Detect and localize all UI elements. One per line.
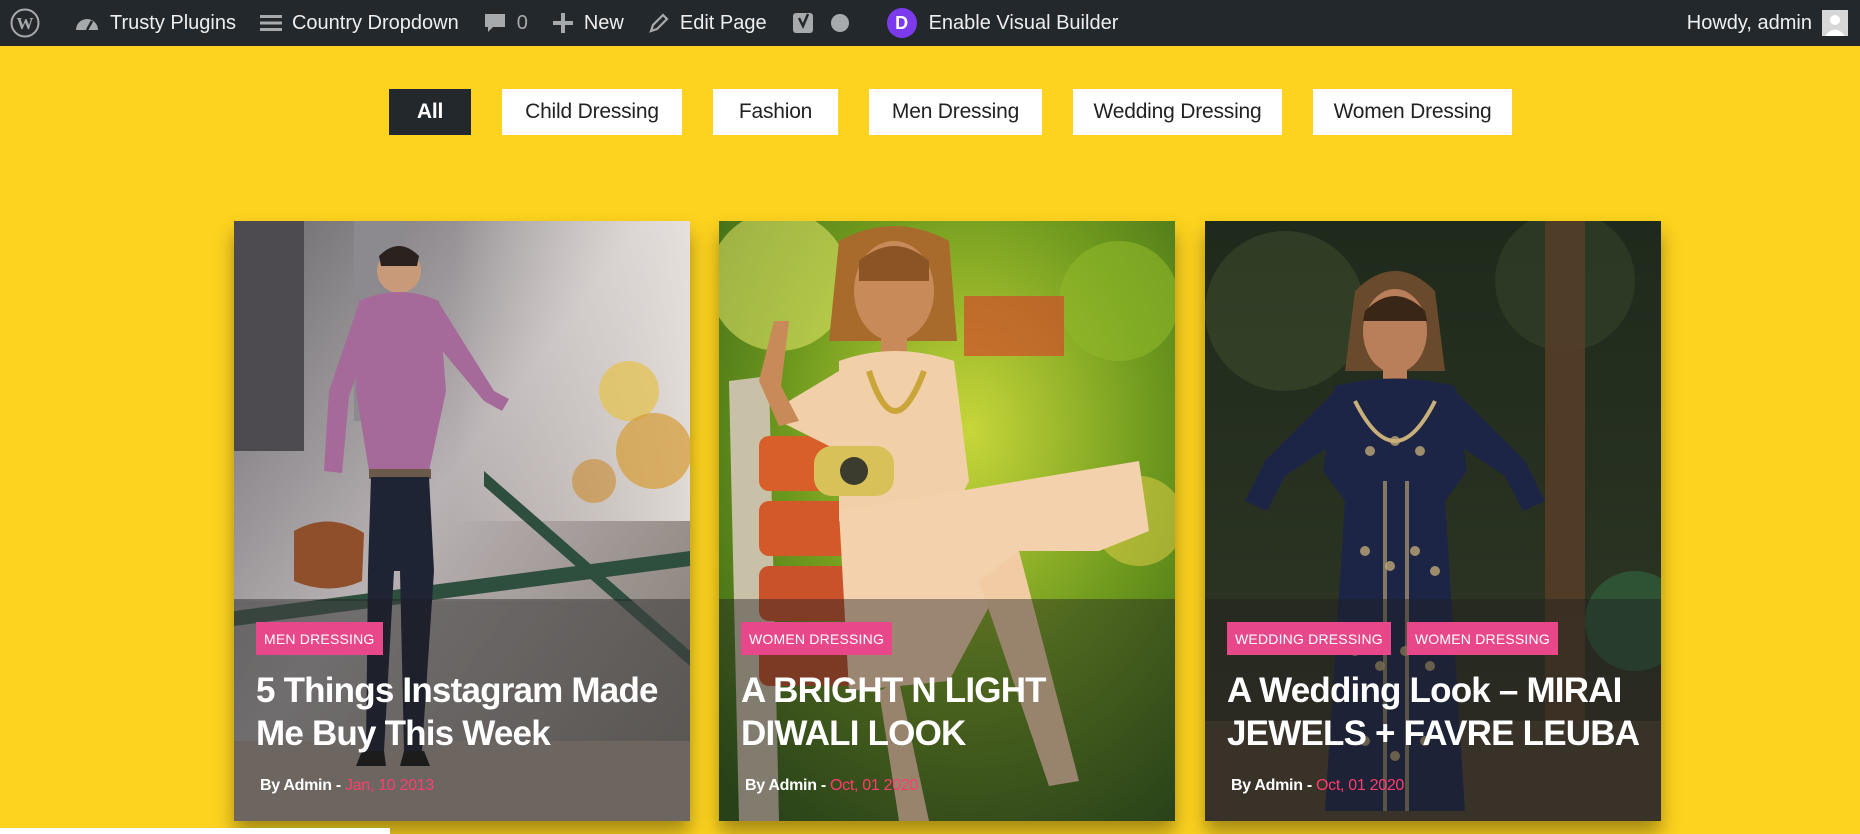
post-tags: MEN DRESSING	[256, 622, 383, 655]
category-filter-bar: All Child Dressing Fashion Men Dressing …	[389, 89, 1543, 135]
plus-icon	[552, 12, 574, 34]
post-author[interactable]: By Admin -	[1231, 777, 1316, 794]
menu-lines-icon	[259, 13, 282, 33]
post-card[interactable]: WEDDING DRESSING WOMEN DRESSING A Weddin…	[1205, 221, 1661, 821]
site-name-menu[interactable]: Trusty Plugins	[62, 0, 248, 46]
category-tag[interactable]: WOMEN DRESSING	[741, 622, 893, 655]
post-author[interactable]: By Admin -	[745, 777, 830, 794]
category-tag[interactable]: MEN DRESSING	[256, 622, 383, 655]
post-tags: WEDDING DRESSING WOMEN DRESSING	[1227, 622, 1558, 655]
yoast-icon	[791, 10, 817, 36]
post-date: Oct, 01 2020	[1316, 777, 1405, 794]
filter-men-dressing[interactable]: Men Dressing	[869, 89, 1042, 135]
post-card[interactable]: WOMEN DRESSING A BRIGHT N LIGHT DIWALI L…	[719, 221, 1175, 821]
post-meta: By Admin - Jan, 10 2013	[260, 777, 434, 795]
site-name-label: Trusty Plugins	[110, 11, 236, 34]
post-tags: WOMEN DRESSING	[741, 622, 893, 655]
wordpress-icon: W	[10, 8, 40, 38]
new-label: New	[583, 11, 624, 34]
edit-page-label: Edit Page	[679, 11, 767, 34]
comments-button[interactable]: 0	[471, 0, 540, 46]
post-title[interactable]: 5 Things Instagram Made Me Buy This Week	[256, 669, 670, 755]
enable-visual-builder-button[interactable]: D Enable Visual Builder	[875, 0, 1131, 46]
comments-count: 0	[516, 11, 528, 34]
my-account-menu[interactable]: Howdy, admin	[1687, 0, 1848, 46]
divi-logo-icon: D	[886, 8, 917, 38]
howdy-label: Howdy, admin	[1686, 11, 1812, 34]
post-author[interactable]: By Admin -	[260, 777, 345, 794]
post-date: Jan, 10 2013	[345, 777, 434, 794]
yoast-seo-button[interactable]	[779, 0, 861, 46]
seo-score-dot-icon	[830, 14, 849, 32]
avatar	[1822, 10, 1848, 36]
filter-women-dressing[interactable]: Women Dressing	[1313, 89, 1512, 135]
page-name-label: Country Dropdown	[291, 11, 459, 34]
pencil-icon	[648, 12, 670, 34]
filter-wedding-dressing[interactable]: Wedding Dressing	[1073, 89, 1282, 135]
post-title[interactable]: A BRIGHT N LIGHT DIWALI LOOK	[741, 669, 1155, 755]
filter-child-dressing[interactable]: Child Dressing	[502, 89, 682, 135]
post-date: Oct, 01 2020	[830, 777, 919, 794]
category-tag[interactable]: WEDDING DRESSING	[1227, 622, 1391, 655]
filter-fashion[interactable]: Fashion	[713, 89, 838, 135]
comment-bubble-icon	[483, 11, 507, 35]
visual-builder-label: Enable Visual Builder	[928, 11, 1119, 34]
admin-bar: W Trusty Plugins Country Dropdown 0 New …	[0, 0, 1860, 46]
dashboard-gauge-icon	[74, 12, 100, 34]
post-title[interactable]: A Wedding Look – MIRAI JEWELS + FAVRE LE…	[1227, 669, 1641, 755]
svg-text:W: W	[17, 14, 34, 33]
edit-page-button[interactable]: Edit Page	[636, 0, 779, 46]
new-content-button[interactable]: New	[540, 0, 636, 46]
post-meta: By Admin - Oct, 01 2020	[1231, 777, 1404, 795]
horizontal-scrollbar[interactable]	[0, 828, 390, 834]
page-name-menu[interactable]: Country Dropdown	[248, 0, 471, 46]
post-meta: By Admin - Oct, 01 2020	[745, 777, 918, 795]
post-card[interactable]: MEN DRESSING 5 Things Instagram Made Me …	[234, 221, 690, 821]
category-tag[interactable]: WOMEN DRESSING	[1406, 622, 1558, 655]
wordpress-logo-button[interactable]: W	[0, 0, 62, 46]
filter-all[interactable]: All	[389, 89, 471, 135]
